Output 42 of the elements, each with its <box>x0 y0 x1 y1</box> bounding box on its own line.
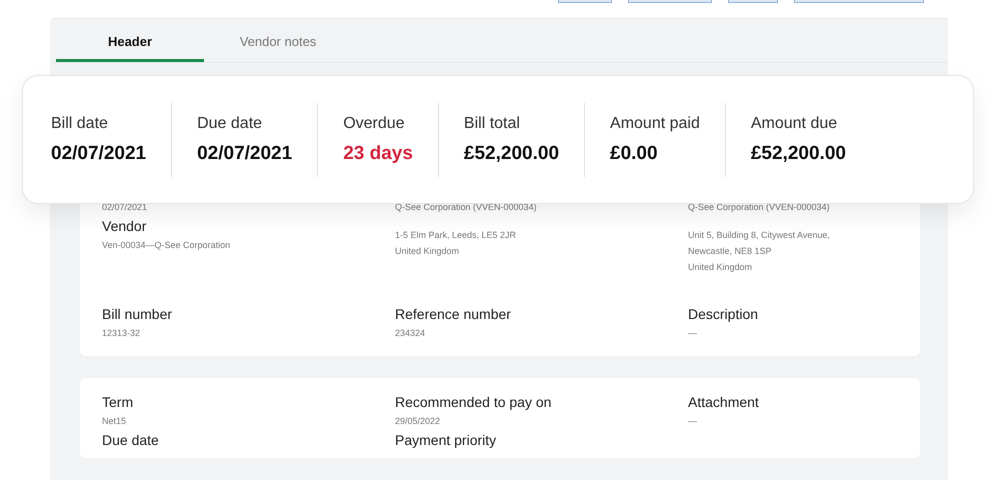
summary-value: £52,200.00 <box>750 142 846 164</box>
toolbar-button[interactable] <box>728 0 778 3</box>
toolbar-button[interactable] <box>558 0 612 3</box>
field-value: 1-5 Elm Park, Leeds, LE5 2JR <box>395 230 518 240</box>
field-label: Description <box>688 306 760 322</box>
field-value: 12313-32 <box>102 328 142 338</box>
field-value: Unit 5, Building 8, Citywest Avenue, <box>688 230 831 240</box>
field-value: Q-See Corporation (VVEN-000034) <box>688 202 831 212</box>
summary-value: 23 days <box>343 142 413 164</box>
field-value: Newcastle, NE8 1SP <box>688 246 773 256</box>
summary-label: Amount due <box>750 114 838 132</box>
summary-label: Amount paid <box>610 114 700 132</box>
summary-value: £52,200.00 <box>464 142 560 164</box>
field-label: Bill number <box>102 306 174 322</box>
summary-label: Bill date <box>51 114 109 132</box>
field-value: Q-See Corporation (VVEN-000034) <box>395 202 538 212</box>
field-label: Payment priority <box>395 432 498 448</box>
summary-value: 02/07/2021 <box>51 142 146 164</box>
toolbar-button[interactable] <box>794 0 924 3</box>
field-value: 234324 <box>395 328 426 338</box>
field-value: Ven-00034—Q-See Corporation <box>102 240 232 250</box>
field-label: Attachment <box>688 394 760 410</box>
field-value: — <box>688 328 698 338</box>
field-label: Reference number <box>395 306 512 322</box>
tab[interactable]: Vendor notes <box>204 19 352 62</box>
summary-value: £0.00 <box>610 142 659 164</box>
field-label: Vendor <box>102 218 148 234</box>
field-value: 02/07/2021 <box>102 202 148 212</box>
field-value: — <box>688 416 698 426</box>
field-value: United Kingdom <box>395 246 460 256</box>
summary-value: 02/07/2021 <box>197 142 292 164</box>
summary-label: Due date <box>197 114 264 132</box>
field-value: United Kingdom <box>688 262 754 272</box>
field-value: 29/05/2022 <box>395 416 442 426</box>
toolbar-button[interactable] <box>628 0 712 3</box>
field-label: Due date <box>102 432 160 448</box>
summary-label: Overdue <box>343 114 406 132</box>
field-label: Recommended to pay on <box>395 394 552 410</box>
summary-label: Bill total <box>464 114 521 132</box>
tab[interactable]: Header <box>56 19 204 62</box>
field-label: Term <box>102 394 134 410</box>
field-value: Net15 <box>102 416 128 426</box>
